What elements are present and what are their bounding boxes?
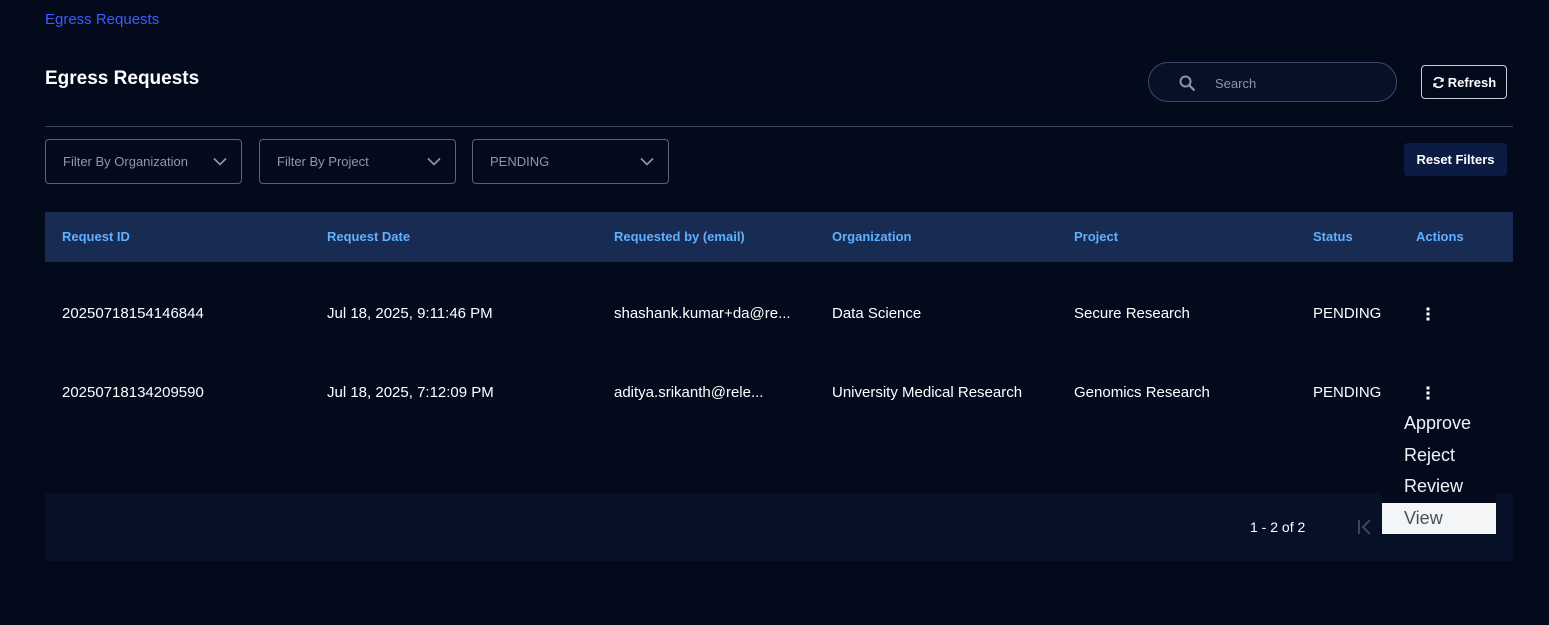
chevron-down-icon (640, 157, 654, 166)
cell-requested-by: shashank.kumar+da@re... (614, 305, 791, 322)
breadcrumb[interactable]: Egress Requests (45, 11, 159, 28)
column-header-organization[interactable]: Organization (832, 229, 911, 244)
cell-project: Secure Research (1074, 305, 1190, 322)
column-header-actions: Actions (1416, 229, 1464, 244)
refresh-label: Refresh (1447, 74, 1497, 90)
cell-requested-by: aditya.srikanth@rele... (614, 384, 764, 401)
row-actions-button[interactable] (1418, 304, 1438, 324)
first-page-icon[interactable] (1357, 517, 1379, 537)
cell-status: PENDING (1313, 305, 1382, 322)
organization-filter[interactable]: Filter By Organization (45, 139, 242, 184)
column-header-requested-by[interactable]: Requested by (email) (614, 229, 745, 244)
page-title: Egress Requests (45, 68, 200, 89)
column-header-project[interactable]: Project (1074, 229, 1118, 244)
menu-item-review[interactable]: Review (1382, 471, 1496, 503)
search-box[interactable] (1148, 62, 1397, 103)
cell-request-date: Jul 18, 2025, 7:12:09 PM (327, 384, 494, 401)
chevron-down-icon (427, 157, 441, 166)
organization-filter-label: Filter By Organization (63, 154, 188, 169)
cell-status: PENDING (1313, 384, 1382, 401)
chevron-down-icon (213, 157, 227, 166)
reset-filters-button[interactable]: Reset Filters (1404, 143, 1507, 176)
egress-requests-page: Egress Requests Egress Requests Refresh … (0, 0, 1549, 625)
refresh-button[interactable]: Refresh (1421, 65, 1507, 99)
row-actions-menu: Approve Reject Review View (1382, 408, 1496, 534)
row-actions-button[interactable] (1418, 383, 1438, 403)
cell-organization: University Medical Research (832, 384, 1023, 401)
cell-request-id: 20250718134209590 (62, 384, 204, 401)
table-header: Request ID Request Date Requested by (em… (45, 212, 1513, 262)
header-divider (45, 126, 1513, 127)
project-filter-label: Filter By Project (277, 154, 369, 169)
cell-request-date: Jul 18, 2025, 9:11:46 PM (327, 305, 493, 322)
cell-organization: Data Science (832, 305, 922, 322)
kebab-menu-icon (1426, 307, 1430, 321)
column-header-request-date[interactable]: Request Date (327, 229, 410, 244)
status-filter-value: PENDING (490, 154, 550, 169)
column-header-request-id[interactable]: Request ID (62, 229, 130, 244)
search-icon (1179, 75, 1195, 91)
kebab-menu-icon (1426, 386, 1430, 400)
table-footer: 1 - 2 of 2 (45, 493, 1513, 561)
project-filter[interactable]: Filter By Project (259, 139, 456, 184)
menu-item-approve[interactable]: Approve (1382, 408, 1496, 440)
cell-project: Genomics Research (1074, 384, 1210, 401)
menu-item-view[interactable]: View (1382, 502, 1496, 534)
status-filter[interactable]: PENDING (472, 139, 669, 184)
search-input[interactable] (1213, 63, 1387, 103)
cell-request-id: 20250718154146844 (62, 305, 204, 322)
column-header-status[interactable]: Status (1313, 229, 1353, 244)
table-row: 20250718154146844 Jul 18, 2025, 9:11:46 … (45, 294, 1513, 334)
menu-item-reject[interactable]: Reject (1382, 440, 1496, 472)
pagination-range: 1 - 2 of 2 (1250, 519, 1306, 535)
table-row: 20250718134209590 Jul 18, 2025, 7:12:09 … (45, 373, 1513, 413)
refresh-icon (1433, 76, 1444, 88)
